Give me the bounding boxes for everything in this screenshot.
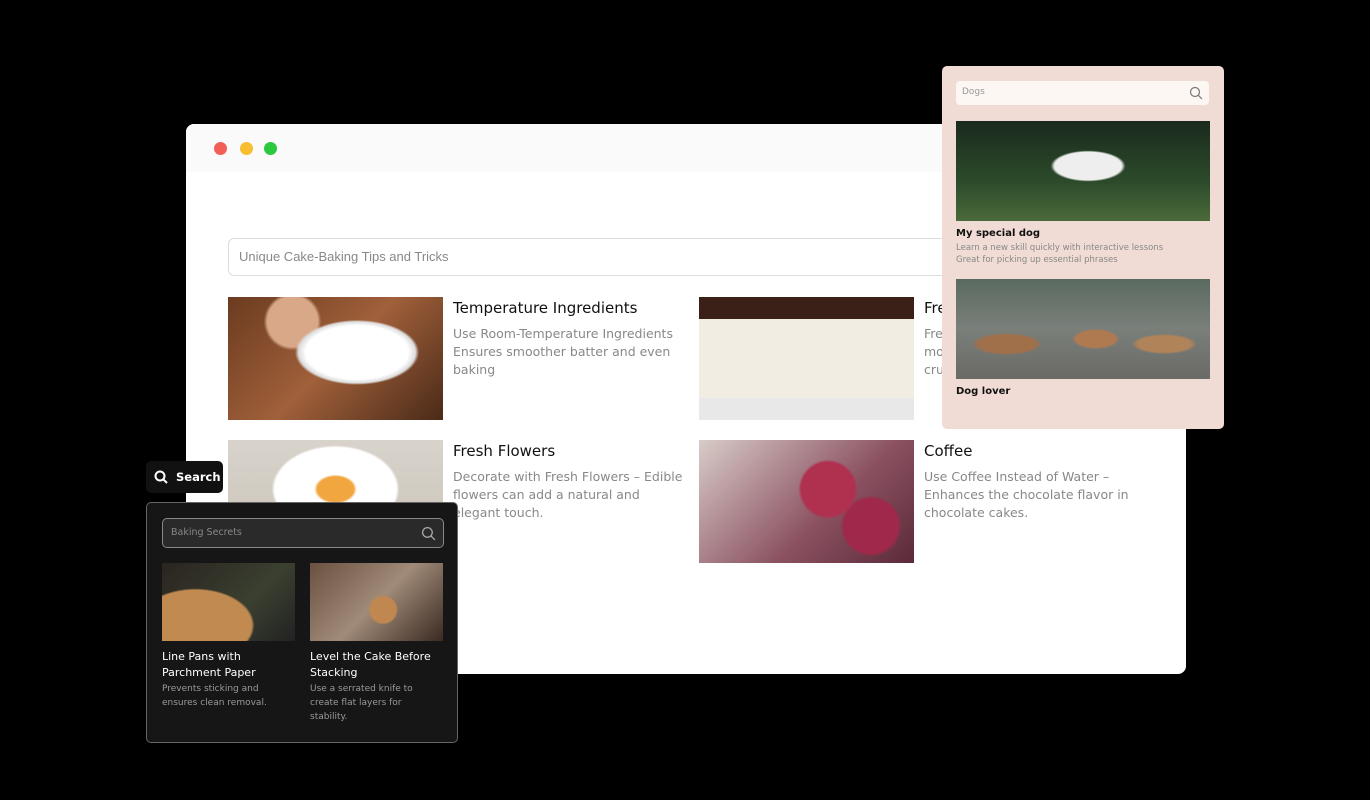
search-icon[interactable] (1189, 86, 1203, 100)
card-desc: Use Coffee Instead of Water – Enhances t… (924, 469, 1129, 520)
white-dog-image[interactable] (956, 121, 1210, 221)
card-temperature[interactable]: Temperature Ingredients Use Room-Tempera… (228, 297, 688, 421)
item-title[interactable]: My special dog (956, 228, 1040, 239)
card-title: Temperature Ingredients (453, 299, 638, 317)
search-button[interactable]: Search (146, 461, 223, 493)
item-title[interactable]: Dog lover (956, 386, 1010, 397)
item-desc: Great for picking up essential phrases (956, 255, 1118, 265)
maximize-button[interactable] (264, 142, 277, 155)
dog-search-panel: Dogs My special dog Learn a new skill qu… (942, 66, 1224, 429)
card-coffee[interactable]: Coffee Use Coffee Instead of Water – Enh… (699, 440, 1159, 564)
close-button[interactable] (214, 142, 227, 155)
item-desc: Use a serrated knife to create flat laye… (310, 684, 413, 722)
card-desc: Fre mo cru (924, 326, 944, 377)
baking-search-panel: Baking Secrets Line Pans with Parchment … (146, 502, 458, 743)
item-title[interactable]: Line Pans with Parchment Paper (162, 649, 302, 681)
dog-search-input[interactable]: Dogs (956, 81, 1209, 105)
drip-cake-image (699, 297, 914, 420)
minimize-button[interactable] (240, 142, 253, 155)
pie-image[interactable] (162, 563, 295, 641)
card-title: Fresh Flowers (453, 442, 556, 460)
card-desc: Decorate with Fresh Flowers – Edible flo… (453, 469, 683, 520)
puppies-image[interactable] (956, 279, 1210, 379)
search-placeholder: Baking Secrets (171, 527, 242, 538)
item-desc: Prevents sticking and ensures clean remo… (162, 684, 267, 708)
bread-image[interactable] (310, 563, 443, 641)
cake-slice-image (228, 297, 443, 420)
item-title[interactable]: Level the Cake Before Stacking (310, 649, 450, 681)
search-placeholder: Dogs (962, 87, 985, 97)
search-button-label: Search (176, 470, 221, 484)
raspberry-cake-image (699, 440, 914, 563)
search-icon (154, 470, 168, 484)
card-title: Coffee (924, 442, 973, 460)
baking-search-input[interactable]: Baking Secrets (162, 518, 444, 548)
item-desc: Learn a new skill quickly with interacti… (956, 243, 1164, 253)
card-desc: Use Room-Temperature Ingredients Ensures… (453, 326, 673, 377)
search-icon[interactable] (421, 526, 436, 541)
